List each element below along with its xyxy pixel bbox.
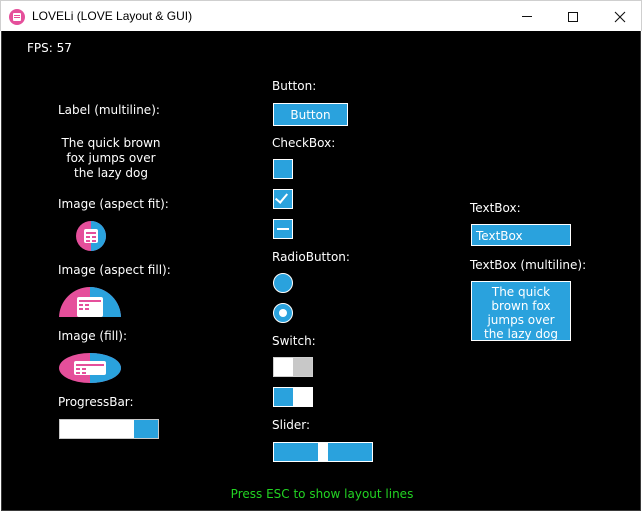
close-icon <box>614 11 626 22</box>
window-title: LOVELi (LOVE Layout & GUI) <box>32 9 193 23</box>
slider[interactable] <box>273 442 373 462</box>
image-fit-heading: Image (aspect fit): <box>58 197 169 211</box>
image-fill <box>59 353 121 383</box>
app-logo-icon <box>77 297 103 317</box>
radio-unselected[interactable] <box>273 273 293 293</box>
checkmark-icon <box>274 190 289 204</box>
radio-heading: RadioButton: <box>272 250 350 264</box>
multiline-label: The quick brown fox jumps over the lazy … <box>61 136 161 180</box>
layout-hint: Press ESC to show layout lines <box>230 487 414 501</box>
switch-off[interactable] <box>273 357 313 377</box>
app-icon <box>9 9 25 25</box>
maximize-icon <box>568 11 578 22</box>
progress-bar <box>59 419 159 439</box>
fps-counter: FPS: 57 <box>27 41 72 55</box>
image-fill-aspect-heading: Image (aspect fill): <box>58 263 171 277</box>
textarea-input[interactable]: The quick brown fox jumps over the lazy … <box>471 281 571 341</box>
label-heading: Label (multiline): <box>58 103 160 117</box>
minimize-button[interactable] <box>504 1 550 32</box>
textbox-heading: TextBox: <box>470 201 521 215</box>
image-aspect-fit <box>76 221 106 251</box>
image-aspect-fill <box>59 287 121 317</box>
switch-heading: Switch: <box>272 334 316 348</box>
progress-heading: ProgressBar: <box>58 395 134 409</box>
textarea-heading: TextBox (multiline): <box>470 258 587 272</box>
close-button[interactable] <box>597 1 642 32</box>
maximize-button[interactable] <box>550 1 596 32</box>
minimize-icon <box>522 16 532 17</box>
client-area: FPS: 57 Label (multiline): The quick bro… <box>1 31 641 511</box>
switch-knob <box>274 358 293 376</box>
textbox-input[interactable]: TextBox <box>471 224 571 246</box>
image-fill-heading: Image (fill): <box>58 329 128 343</box>
switch-on[interactable] <box>273 387 313 407</box>
window-titlebar: LOVELi (LOVE Layout & GUI) <box>0 0 642 31</box>
demo-button[interactable]: Button <box>273 103 348 126</box>
app-logo-icon <box>84 229 98 243</box>
slider-heading: Slider: <box>272 418 311 432</box>
checkbox-heading: CheckBox: <box>272 136 336 150</box>
checkbox-unchecked[interactable] <box>273 159 293 179</box>
checkbox-checked[interactable] <box>273 189 293 209</box>
radio-selected[interactable] <box>273 303 293 323</box>
slider-thumb[interactable] <box>318 443 328 461</box>
progress-fill <box>133 420 158 438</box>
dash-icon <box>277 228 289 230</box>
app-logo-icon <box>74 361 106 375</box>
button-heading: Button: <box>272 79 317 93</box>
checkbox-indeterminate[interactable] <box>273 219 293 239</box>
switch-knob <box>293 388 312 406</box>
radio-dot-icon <box>279 309 287 317</box>
